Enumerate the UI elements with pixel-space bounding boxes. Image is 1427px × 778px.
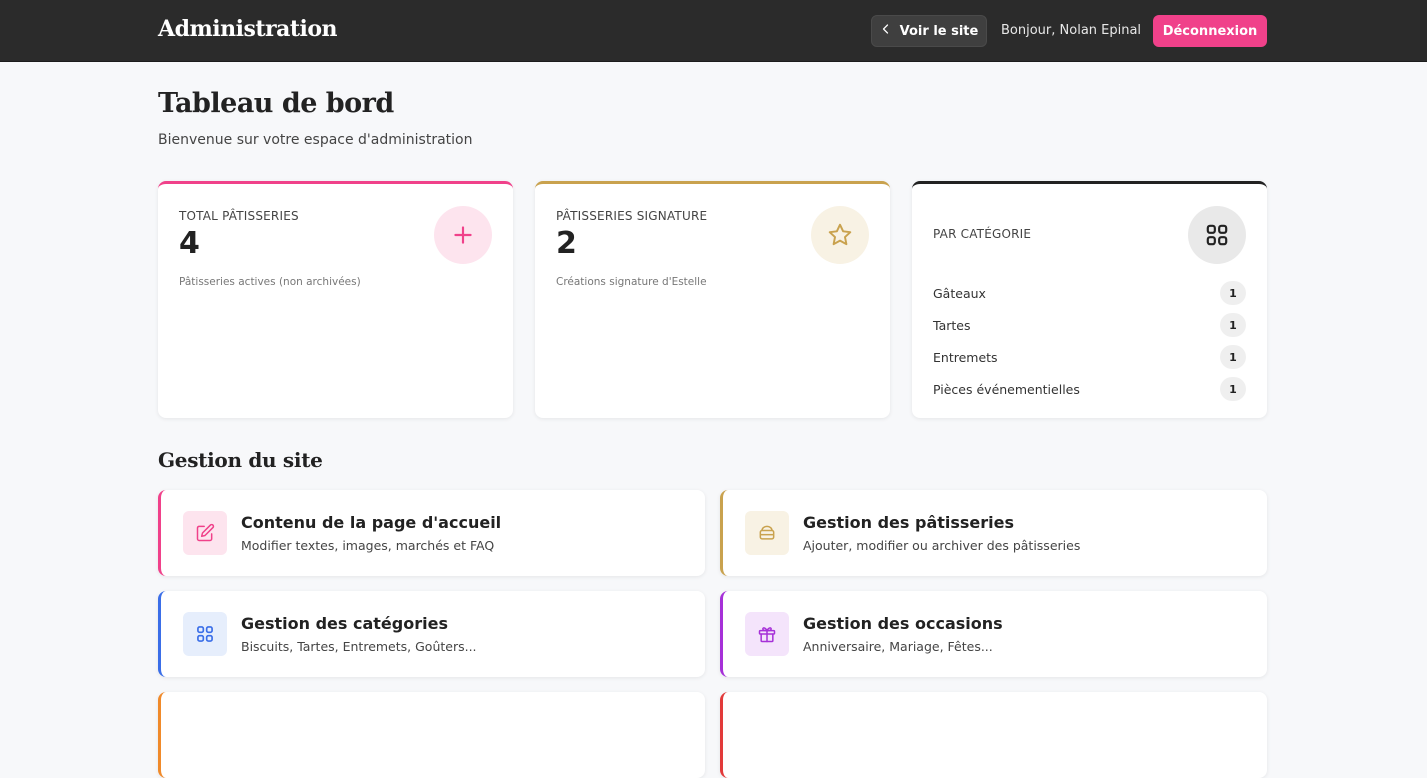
manage-card-partial[interactable] xyxy=(158,692,705,778)
plus-icon xyxy=(434,206,492,264)
grid-icon xyxy=(183,612,227,656)
category-count: 1 xyxy=(1220,281,1246,305)
section-title: Gestion du site xyxy=(158,448,323,472)
category-row: Tartes 1 xyxy=(933,309,1246,341)
card-description: Anniversaire, Mariage, Fêtes... xyxy=(803,639,993,654)
manage-card-partial[interactable] xyxy=(720,692,1267,778)
card-description: Ajouter, modifier ou archiver des pâtiss… xyxy=(803,538,1081,553)
edit-icon xyxy=(183,511,227,555)
star-icon xyxy=(811,206,869,264)
view-site-button[interactable]: Voir le site xyxy=(871,15,987,47)
category-name: Entremets xyxy=(933,349,998,365)
cake-icon xyxy=(745,511,789,555)
view-site-label: Voir le site xyxy=(899,23,979,39)
category-row: Pièces événementielles 1 xyxy=(933,373,1246,405)
category-row: Gâteaux 1 xyxy=(933,277,1246,309)
stat-value: 4 xyxy=(179,226,200,261)
gift-icon xyxy=(745,612,789,656)
stat-card-categories: PAR CATÉGORIE Gâteaux 1 Tartes 1 Entreme… xyxy=(912,181,1267,418)
category-count: 1 xyxy=(1220,345,1246,369)
card-description: Modifier textes, images, marchés et FAQ xyxy=(241,538,495,553)
page-title: Tableau de bord xyxy=(158,88,394,119)
card-title: Gestion des pâtisseries xyxy=(803,513,1015,532)
category-list: Gâteaux 1 Tartes 1 Entremets 1 Pièces év… xyxy=(933,277,1246,405)
stat-note: Créations signature d'Estelle xyxy=(556,276,707,288)
card-title: Contenu de la page d'accueil xyxy=(241,513,502,532)
card-description: Biscuits, Tartes, Entremets, Goûters... xyxy=(241,639,477,654)
page-subtitle: Bienvenue sur votre espace d'administrat… xyxy=(158,132,473,148)
stat-label: PÂTISSERIES SIGNATURE xyxy=(556,209,708,223)
brand-title: Administration xyxy=(158,16,338,42)
category-row: Entremets 1 xyxy=(933,341,1246,373)
stat-card-total: TOTAL PÂTISSERIES 4 Pâtisseries actives … xyxy=(158,181,513,418)
manage-categories-card[interactable]: Gestion des catégories Biscuits, Tartes,… xyxy=(158,591,705,677)
logout-button[interactable]: Déconnexion xyxy=(1153,15,1267,47)
manage-occasions-card[interactable]: Gestion des occasions Anniversaire, Mari… xyxy=(720,591,1267,677)
chevron-left-icon xyxy=(880,23,892,39)
category-count: 1 xyxy=(1220,313,1246,337)
manage-pastries-card[interactable]: Gestion des pâtisseries Ajouter, modifie… xyxy=(720,490,1267,576)
grid-icon xyxy=(1188,206,1246,264)
stat-note: Pâtisseries actives (non archivées) xyxy=(179,276,361,288)
top-navbar: Administration Voir le site Bonjour, Nol… xyxy=(0,0,1427,62)
stat-label: TOTAL PÂTISSERIES xyxy=(179,209,299,223)
card-title: Gestion des catégories xyxy=(241,614,448,633)
stat-label: PAR CATÉGORIE xyxy=(933,227,1032,241)
user-greeting: Bonjour, Nolan Epinal xyxy=(1001,23,1142,38)
category-name: Gâteaux xyxy=(933,285,986,301)
manage-homepage-content-card[interactable]: Contenu de la page d'accueil Modifier te… xyxy=(158,490,705,576)
category-name: Pièces événementielles xyxy=(933,381,1080,397)
category-name: Tartes xyxy=(933,317,971,333)
category-count: 1 xyxy=(1220,377,1246,401)
card-title: Gestion des occasions xyxy=(803,614,1003,633)
stat-value: 2 xyxy=(556,226,577,261)
stat-card-signature: PÂTISSERIES SIGNATURE 2 Créations signat… xyxy=(535,181,890,418)
